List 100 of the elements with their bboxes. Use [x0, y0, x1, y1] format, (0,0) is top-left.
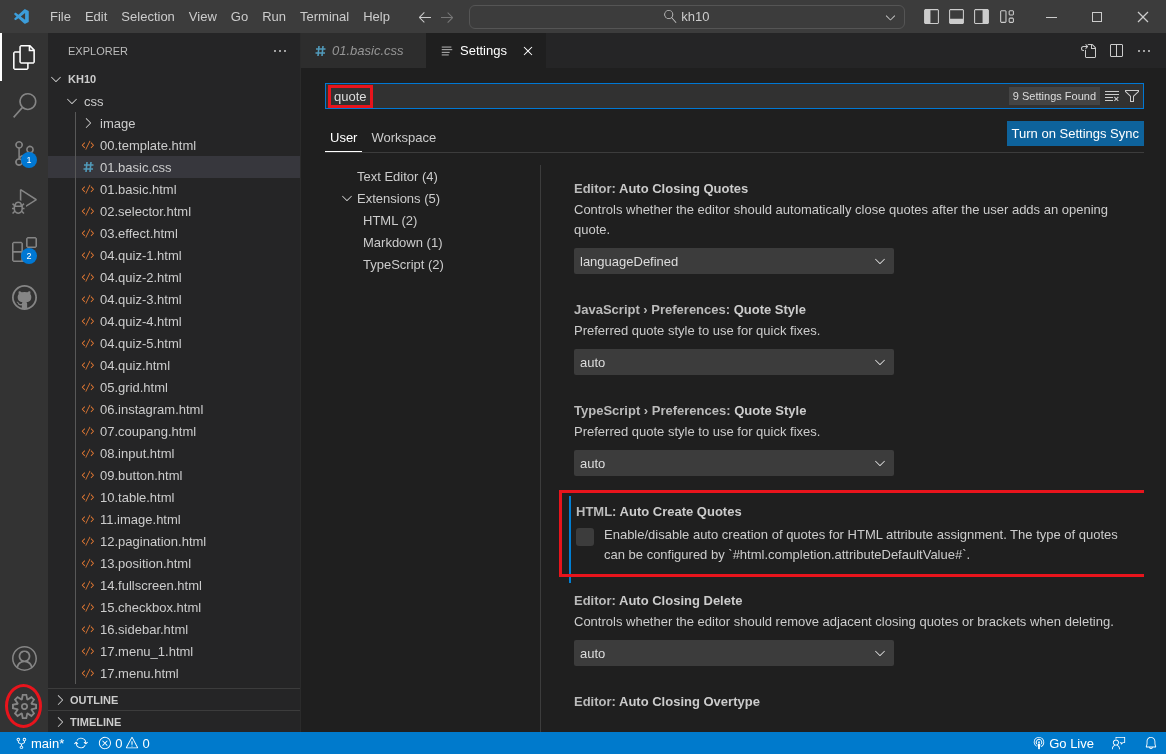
setting-title: Editor: Auto Closing Quotes — [574, 180, 750, 198]
files-icon — [11, 44, 37, 70]
results-count: 9 Settings Found — [1008, 87, 1100, 105]
highlight-ring — [5, 684, 42, 728]
editor-tab[interactable]: 01.basic.css — [301, 33, 426, 68]
file-tree-item[interactable]: 05.grid.html — [48, 376, 300, 398]
feedback-icon[interactable] — [1112, 736, 1126, 750]
code-file-icon — [81, 578, 95, 592]
menu-item[interactable]: Edit — [77, 9, 115, 24]
file-tree-item[interactable]: image — [48, 112, 300, 134]
split-editor-icon[interactable] — [1108, 42, 1124, 59]
problems-indicator[interactable]: 0 0 — [98, 735, 150, 751]
file-tree-item[interactable]: 14.fullscreen.html — [48, 574, 300, 596]
value-dropdown[interactable]: auto — [574, 640, 894, 666]
toc-item[interactable]: HTML (2) — [363, 212, 418, 228]
code-file-icon — [81, 512, 95, 526]
toc-item[interactable]: Markdown (1) — [363, 234, 443, 250]
setting-description: Preferred quote style to use for quick fixes. — [574, 423, 822, 441]
code-file-icon — [81, 226, 95, 240]
file-tree-item[interactable]: 13.position.html — [48, 552, 300, 574]
file-tree-item[interactable]: 09.button.html — [48, 464, 300, 486]
code-file-icon — [81, 490, 95, 504]
file-tree-item[interactable]: 16.sidebar.html — [48, 618, 300, 640]
scope-tab[interactable]: Workspace — [366, 130, 442, 152]
setting-title: TypeScript › Preferences: Quote Style — [574, 402, 808, 420]
bell-icon[interactable] — [1144, 736, 1158, 750]
activity-bar-item[interactable]: 1 — [0, 129, 46, 177]
file-tree-item[interactable]: 17.menu_1.html — [48, 640, 300, 662]
file-tree-item[interactable]: 17.menu.html — [48, 662, 300, 684]
setting-title: JavaScript › Preferences: Quote Style — [574, 301, 807, 319]
code-file-icon — [81, 292, 95, 306]
filter-icon[interactable] — [1124, 88, 1140, 104]
menu-item[interactable]: Help — [356, 9, 397, 24]
sidebar-title: EXPLORER — [68, 44, 128, 57]
search-icon — [664, 10, 678, 23]
code-file-icon — [81, 644, 95, 658]
file-tree-item[interactable]: 04.quiz-2.html — [48, 266, 300, 288]
file-tree-item[interactable]: 12.pagination.html — [48, 530, 300, 552]
value-dropdown[interactable]: languageDefined — [574, 248, 894, 274]
code-file-icon — [81, 182, 95, 196]
folder-root[interactable]: KH10 — [48, 68, 300, 90]
setting-description: Controls whether the editor should remove adjacent closing quotes or brackets when deleting. — [574, 613, 1115, 631]
menu-item[interactable]: Run — [255, 9, 293, 24]
panel-toggle-icon[interactable] — [947, 8, 965, 25]
file-tree-item[interactable]: 15.checkbox.html — [48, 596, 300, 618]
command-center[interactable]: kh10 — [468, 4, 905, 29]
toc-item[interactable]: Extensions (5) — [357, 190, 441, 206]
warning-icon — [125, 736, 140, 750]
open-json-icon[interactable] — [1080, 42, 1096, 59]
hash-file-icon — [82, 161, 94, 173]
broadcast-icon — [1032, 736, 1047, 750]
file-tree-item[interactable]: 01.basic.html — [48, 178, 300, 200]
file-tree-item[interactable]: 02.selector.html — [48, 200, 300, 222]
setting-description: Controls whether the editor should automatically close quotes after the user adds an opening quote. — [574, 201, 1110, 239]
code-file-icon — [81, 138, 95, 152]
branch-indicator[interactable]: main* — [14, 735, 65, 751]
menu-item[interactable]: Selection — [114, 9, 182, 24]
code-file-icon — [81, 468, 95, 482]
editor-tab[interactable]: Settings — [426, 33, 546, 68]
file-tree-item[interactable]: 03.effect.html — [48, 222, 300, 244]
menu-item[interactable]: Terminal — [293, 9, 357, 24]
value-dropdown[interactable]: auto — [574, 450, 894, 476]
count-badge: 2 — [21, 248, 37, 264]
file-tree-item[interactable]: 07.coupang.html — [48, 420, 300, 442]
code-file-icon — [81, 600, 95, 614]
file-tree-item[interactable]: 08.input.html — [48, 442, 300, 464]
sync-icon[interactable] — [74, 736, 89, 750]
file-tree-item[interactable]: 10.table.html — [48, 486, 300, 508]
value-dropdown[interactable]: auto — [574, 349, 894, 375]
file-tree-item[interactable]: 04.quiz-5.html — [48, 332, 300, 354]
section-header[interactable]: OUTLINE — [48, 688, 300, 710]
file-tree-item[interactable]: css — [48, 90, 300, 112]
clear-filter-icon[interactable] — [1104, 88, 1120, 104]
layout-icon[interactable] — [997, 8, 1015, 25]
error-icon — [98, 736, 113, 750]
file-tree-item[interactable]: 04.quiz-3.html — [48, 288, 300, 310]
file-tree-item[interactable]: 11.image.html — [48, 508, 300, 530]
file-tree-item[interactable]: 06.instagram.html — [48, 398, 300, 420]
settings-search-field[interactable]: quote 9 Settings Found — [325, 83, 1144, 109]
code-file-icon — [81, 358, 95, 372]
file-tree-item[interactable]: 01.basic.css — [48, 156, 300, 178]
scope-tab[interactable]: User — [325, 130, 363, 152]
checkbox[interactable] — [576, 528, 594, 546]
code-file-icon — [81, 446, 95, 460]
secondary-sidebar-icon[interactable] — [972, 8, 990, 25]
file-tree-item[interactable]: 04.quiz-4.html — [48, 310, 300, 332]
sync-button[interactable]: Turn on Settings Sync — [1006, 121, 1144, 146]
file-tree-item[interactable]: 04.quiz-1.html — [48, 244, 300, 266]
setting-description: Enable/disable auto creation of quotes for HTML attribute assignment. The type of quotes can be configured by `#html.completion.attributeDefaultValue#`. — [604, 526, 1119, 564]
menu-item[interactable]: Go — [223, 9, 256, 24]
toc-item[interactable]: TypeScript (2) — [363, 256, 444, 272]
sidebar-toggle-icon[interactable] — [922, 8, 940, 25]
toc-item[interactable]: Text Editor (4) — [357, 168, 438, 184]
menu-item[interactable]: File — [43, 9, 78, 24]
code-file-icon — [81, 248, 95, 262]
setting-title: Editor: Auto Closing Delete — [574, 592, 744, 610]
activity-bar-item[interactable]: 2 — [0, 225, 46, 273]
file-tree-item[interactable]: 04.quiz.html — [48, 354, 300, 376]
go-live-button[interactable]: Go Live — [1032, 735, 1094, 751]
menu-item[interactable]: View — [181, 9, 224, 24]
